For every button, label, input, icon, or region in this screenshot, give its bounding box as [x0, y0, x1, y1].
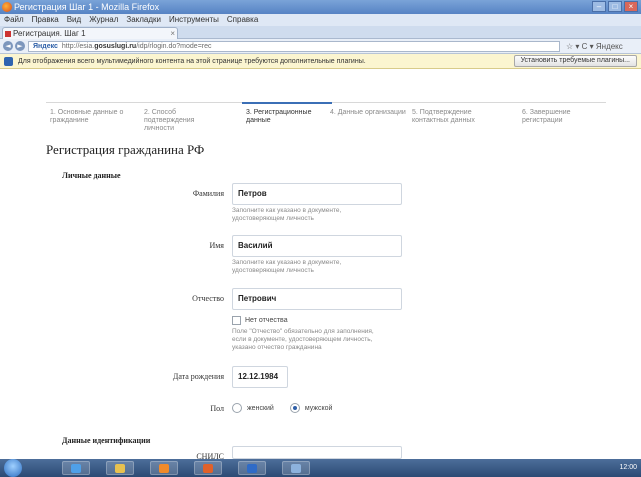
taskbar-app[interactable]: [282, 461, 310, 475]
word-icon: [247, 464, 257, 473]
taskbar: 12:00: [0, 459, 641, 477]
tab-close-icon[interactable]: ×: [170, 28, 175, 39]
window-title: Регистрация Шаг 1 - Mozilla Firefox: [14, 2, 160, 12]
address-bar[interactable]: Яндекс http://esia.gosuslugi.ru/idp/rlogi…: [28, 41, 560, 52]
step-1: 1. Основные данные о гражданине: [50, 109, 124, 124]
menu-view[interactable]: Вид: [67, 14, 81, 26]
step-5: 5. Подтверждение контактных данных: [412, 109, 475, 124]
surname-hint: Заполните как указано в документе, удост…: [232, 207, 342, 222]
gender-female-label: женский: [247, 404, 274, 412]
taskbar-explorer[interactable]: [106, 461, 134, 475]
step-6: 6. Завершение регистрации: [522, 109, 571, 124]
plugin-notification-bar: Для отображения всего мультимедийного ко…: [0, 54, 641, 69]
firefox-taskbar-icon: [203, 464, 213, 473]
name-input[interactable]: Василий: [232, 235, 402, 257]
tab-label: Регистрация. Шаг 1: [13, 29, 86, 38]
surname-input[interactable]: Петров: [232, 183, 402, 205]
identification-section-title: Данные идентификации: [62, 436, 151, 445]
tab-registration[interactable]: Регистрация. Шаг 1 ×: [2, 27, 178, 39]
nav-right-controls[interactable]: ☆ ▾ C ▾ Яндекс: [566, 41, 623, 52]
close-window-button[interactable]: ×: [624, 1, 638, 12]
personal-data-section-title: Личные данные: [62, 171, 121, 180]
gender-male-radio[interactable]: [289, 403, 300, 413]
no-patronymic-label: Нет отчества: [245, 317, 288, 324]
start-button[interactable]: [4, 459, 22, 477]
favicon-icon: [5, 31, 11, 37]
registration-steps: 1. Основные данные о гражданине 2. Спосо…: [46, 102, 606, 132]
patronymic-input[interactable]: Петрович: [232, 288, 402, 310]
menu-file[interactable]: Файл: [4, 14, 24, 26]
birthdate-label: Дата рождения: [172, 372, 224, 381]
step-4: 4. Данные организации: [330, 109, 406, 116]
menu-history[interactable]: Журнал: [89, 14, 118, 26]
menu-help[interactable]: Справка: [227, 14, 258, 26]
maximize-button[interactable]: □: [608, 1, 622, 12]
patronymic-hint: Поле "Отчество" обязательно для заполнен…: [232, 328, 374, 351]
tray-clock[interactable]: 12:00: [619, 459, 637, 477]
surname-label: Фамилия: [192, 189, 224, 198]
navigation-bar: ◄ ► Яндекс http://esia.gosuslugi.ru/idp/r…: [0, 39, 641, 54]
url-prefix: http://esia.: [61, 43, 95, 50]
birthdate-input[interactable]: 12.12.1984: [232, 366, 288, 388]
step-3-active: 3. Регистрационные данные: [242, 102, 332, 125]
folder-icon: [115, 464, 125, 473]
snils-input[interactable]: [232, 446, 402, 459]
taskbar-word[interactable]: [238, 461, 266, 475]
menu-edit[interactable]: Правка: [32, 14, 59, 26]
forward-button[interactable]: ►: [15, 41, 25, 51]
back-button[interactable]: ◄: [3, 41, 13, 51]
menu-tools[interactable]: Инструменты: [169, 14, 219, 26]
menu-bar: Файл Правка Вид Журнал Закладки Инструме…: [0, 14, 641, 26]
media-player-icon: [159, 464, 169, 473]
url-path: /idp/rlogin.do?mode=rec: [136, 43, 212, 50]
gender-female-radio[interactable]: [232, 403, 242, 413]
plugin-icon: [4, 57, 13, 66]
ie-icon: [71, 464, 81, 473]
no-patronymic-row[interactable]: Нет отчества: [232, 316, 288, 325]
window-titlebar: Регистрация Шаг 1 - Mozilla Firefox – □ …: [0, 0, 641, 14]
no-patronymic-checkbox[interactable]: [232, 316, 241, 325]
gender-male-label: мужской: [304, 404, 333, 412]
plugin-message: Для отображения всего мультимедийного ко…: [18, 58, 366, 65]
minimize-button[interactable]: –: [592, 1, 606, 12]
install-plugins-button[interactable]: Установить требуемые плагины...: [513, 55, 637, 67]
gender-radio-group: женский мужской: [232, 403, 332, 413]
firefox-icon: [2, 2, 12, 12]
menu-bookmarks[interactable]: Закладки: [126, 14, 161, 26]
tab-bar: Регистрация. Шаг 1 ×: [0, 26, 641, 39]
page-title: Регистрация гражданина РФ: [46, 142, 205, 157]
app-icon: [291, 464, 301, 473]
name-label: Имя: [209, 241, 224, 250]
taskbar-firefox[interactable]: [194, 461, 222, 475]
window-controls: – □ ×: [592, 1, 638, 12]
site-identity-label[interactable]: Яндекс: [33, 43, 58, 50]
step-2: 2. Способ подтверждения личности: [144, 109, 195, 132]
taskbar-media[interactable]: [150, 461, 178, 475]
taskbar-ie[interactable]: [62, 461, 90, 475]
url-domain: gosuslugi.ru: [94, 43, 137, 50]
gender-label: Пол: [210, 404, 224, 413]
patronymic-label: Отчество: [192, 294, 224, 303]
name-hint: Заполните как указано в документе, удост…: [232, 259, 342, 274]
